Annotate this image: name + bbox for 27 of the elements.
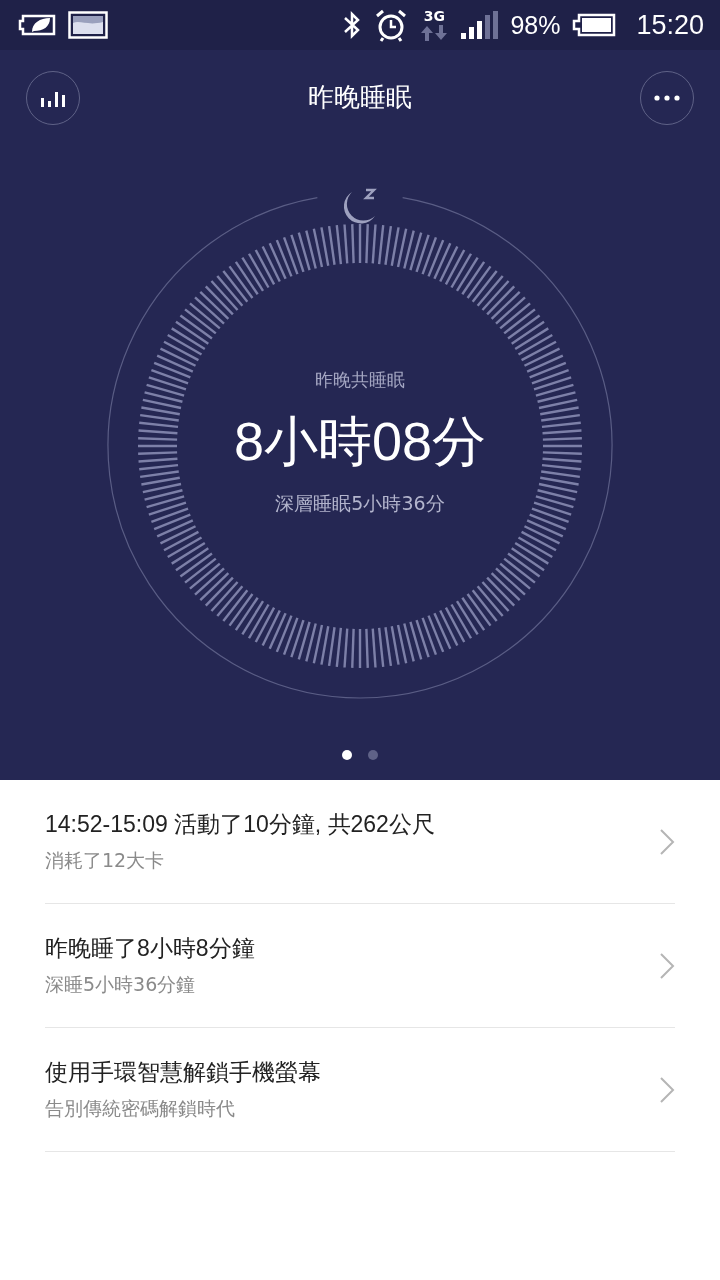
- more-icon: [654, 94, 680, 101]
- chevron-icon: [659, 951, 675, 980]
- deep-sleep: 深層睡眠5小時36分: [275, 490, 445, 516]
- item-subtitle: 深睡5小時36分鐘: [45, 972, 197, 997]
- list-item[interactable]: 14:52-15:09 活動了10分鐘, 共262公尺 消耗了12大卡: [45, 780, 675, 904]
- page-title: 昨晚睡眠: [308, 81, 412, 114]
- list-item[interactable]: 昨晚睡了8小時8分鐘 深睡5小時36分鐘: [45, 904, 675, 1028]
- item-title: 14:52-15:09 活動了10分鐘, 共262公尺: [45, 810, 435, 839]
- list-item[interactable]: 使用手環智慧解鎖手機螢幕 告別傳統密碼解鎖時代: [45, 1028, 675, 1152]
- chevron-icon: [659, 827, 675, 856]
- item-title: 使用手環智慧解鎖手機螢幕: [45, 1058, 321, 1087]
- signal-icon: [460, 10, 499, 40]
- data-arrows-icon: [420, 24, 449, 42]
- chevron-icon: [659, 1075, 675, 1104]
- sleep-label: 昨晚共睡眠: [315, 367, 405, 392]
- clock: 15:20: [636, 9, 704, 41]
- battery-percent: 98%: [510, 10, 561, 40]
- item-subtitle: 告別傳統密碼解鎖時代: [45, 1096, 236, 1121]
- item-title: 昨晚睡了8小時8分鐘: [45, 934, 255, 963]
- alarm-clock-icon: [374, 8, 409, 42]
- battery-icon: [572, 13, 617, 37]
- battery-saver-icon: [18, 13, 58, 37]
- network-type: 3G: [423, 8, 445, 24]
- image-icon: [68, 11, 108, 39]
- moon-icon: [343, 188, 377, 224]
- sleep-total: 8小時08分: [233, 409, 487, 473]
- item-subtitle: 消耗了12大卡: [45, 848, 166, 873]
